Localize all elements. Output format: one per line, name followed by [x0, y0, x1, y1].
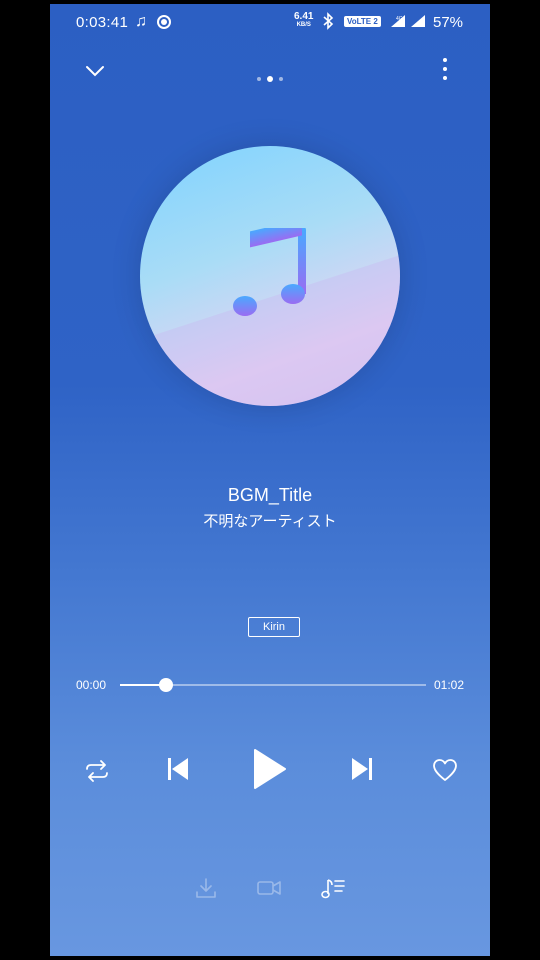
source-badge[interactable]: Kirin: [248, 617, 300, 637]
song-title: BGM_Title: [227, 485, 313, 505]
album-art: [140, 146, 400, 406]
volte-badge: VoLTE 2: [344, 16, 381, 27]
total-time: 01:02: [434, 678, 465, 692]
svg-text:4G: 4G: [396, 16, 403, 22]
heart-icon[interactable]: [432, 758, 458, 782]
repeat-icon[interactable]: [84, 760, 110, 782]
page-dot-active: [267, 75, 273, 82]
music-note-icon: [233, 228, 306, 316]
status-time: 0:03:41: [76, 14, 129, 31]
more-vertical-icon[interactable]: [440, 56, 450, 82]
download-icon[interactable]: [194, 876, 218, 900]
battery-level: 57%: [433, 14, 464, 31]
video-icon[interactable]: [256, 876, 282, 900]
music-note-icon: ♫: [135, 13, 147, 30]
page-dot: [279, 76, 283, 81]
signal-icon: [411, 15, 425, 27]
song-artist: 不明なアーティスト: [203, 512, 337, 530]
signal-4g-icon: 4G: [391, 15, 405, 27]
bluetooth-icon: [323, 12, 334, 30]
page-indicator: [254, 70, 286, 88]
skip-next-icon[interactable]: [350, 756, 374, 782]
network-speed: 6.41 KB/S: [294, 11, 314, 29]
skip-previous-icon[interactable]: [166, 756, 190, 782]
seek-handle[interactable]: [158, 678, 173, 692]
seek-bar[interactable]: [120, 678, 426, 692]
record-icon: [157, 15, 171, 29]
status-bar: 0:03:41 ♫ 6.41 KB/S VoLTE 2 4G 57%: [50, 4, 490, 42]
play-icon[interactable]: [252, 748, 288, 790]
lyrics-icon[interactable]: [320, 876, 346, 900]
page-dot: [257, 76, 261, 81]
chevron-down-icon[interactable]: [84, 60, 106, 82]
music-player-screen: 0:03:41 ♫ 6.41 KB/S VoLTE 2 4G 57% BGM_T…: [50, 4, 490, 956]
current-time: 00:00: [76, 678, 107, 692]
